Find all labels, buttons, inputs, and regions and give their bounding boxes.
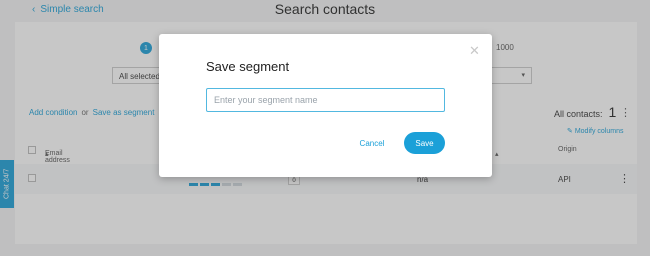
segment-name-input[interactable] <box>206 88 445 112</box>
save-segment-dialog: Save segment ✕ Cancel Save <box>159 34 492 177</box>
save-button[interactable]: Save <box>404 132 445 154</box>
dialog-title: Save segment <box>206 59 290 74</box>
cancel-button[interactable]: Cancel <box>353 132 391 154</box>
close-icon[interactable]: ✕ <box>469 44 480 57</box>
